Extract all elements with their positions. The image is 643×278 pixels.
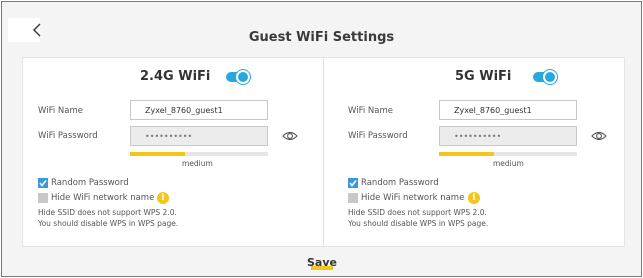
wifi-name-label-2g: WiFi Name (38, 106, 83, 116)
info-icon[interactable]: i (468, 192, 480, 204)
strength-fill (130, 152, 186, 156)
wifi-name-input-2g[interactable] (130, 100, 268, 120)
random-password-label-5g: Random Password (361, 178, 439, 188)
hide-name-checkbox-5g[interactable] (348, 193, 358, 203)
hide-name-label-5g: Hide WiFi network name (361, 193, 465, 203)
save-button[interactable]: Save (302, 254, 342, 270)
random-password-label-2g: Random Password (51, 178, 129, 188)
strength-text-5g: medium (493, 159, 524, 168)
wifi-name-input-5g[interactable] (439, 100, 577, 120)
toggle-5g[interactable] (533, 70, 557, 84)
strength-text-2g: medium (182, 159, 213, 168)
strength-fill (439, 152, 495, 156)
hide-name-checkbox-2g[interactable] (38, 193, 48, 203)
page-title: Guest WiFi Settings (248, 30, 395, 45)
wifi-password-label-5g: WiFi Password (348, 131, 408, 141)
toggle-knob (543, 70, 557, 84)
band-title-2g: 2.4G WiFi (140, 69, 211, 84)
wps-note-line1-5g: Hide SSID does not support WPS 2.0. (348, 208, 487, 217)
password-strength-meter-2g (130, 152, 268, 156)
band-divider (323, 57, 324, 247)
info-icon[interactable]: i (157, 192, 169, 204)
random-password-checkbox-2g[interactable] (38, 178, 48, 188)
band-title-5g: 5G WiFi (455, 69, 512, 84)
wps-note-line1-2g: Hide SSID does not support WPS 2.0. (38, 208, 177, 217)
random-password-checkbox-5g[interactable] (348, 178, 358, 188)
show-password-eye-icon[interactable] (282, 130, 298, 142)
show-password-eye-icon[interactable] (591, 130, 607, 142)
wifi-password-input-2g[interactable] (130, 126, 268, 146)
wifi-password-label-2g: WiFi Password (38, 131, 98, 141)
wifi-password-input-5g[interactable] (439, 126, 577, 146)
checkmark-icon (349, 180, 357, 187)
checkmark-icon (39, 180, 47, 187)
toggle-knob (236, 70, 250, 84)
toggle-2g[interactable] (226, 70, 250, 84)
hide-name-label-2g: Hide WiFi network name (51, 193, 155, 203)
password-strength-meter-5g (439, 152, 577, 156)
wifi-name-label-5g: WiFi Name (348, 106, 393, 116)
wps-note-line2-2g: You should disable WPS in WPS page. (38, 219, 179, 228)
wps-note-line2-5g: You should disable WPS in WPS page. (348, 219, 489, 228)
